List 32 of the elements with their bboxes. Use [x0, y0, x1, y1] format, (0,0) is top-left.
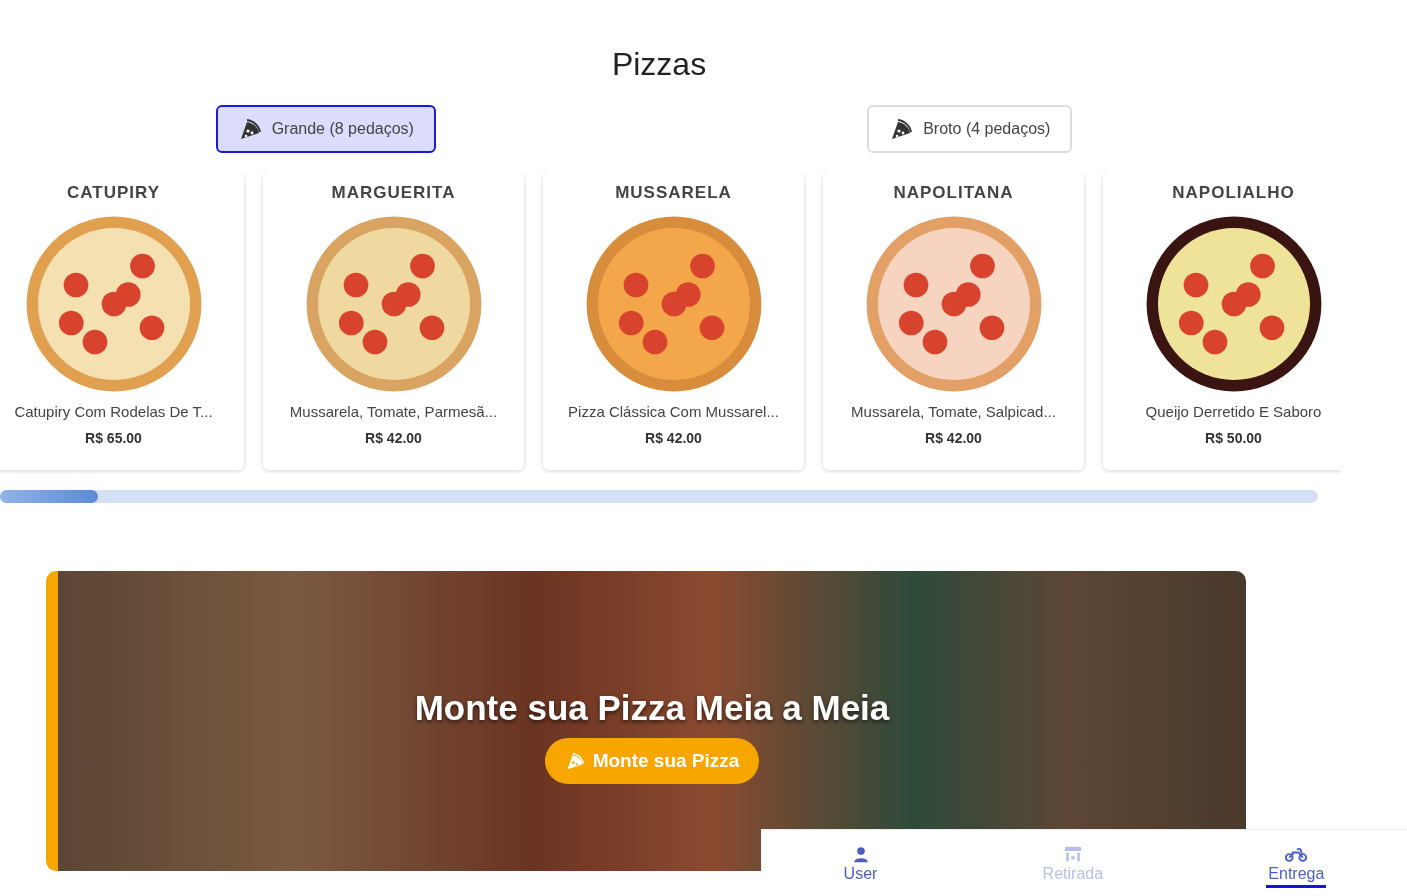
store-icon [1062, 846, 1083, 863]
nav-tab[interactable]: User [841, 838, 880, 888]
pizza-description: Catupiry Com Rodelas De T... [14, 403, 213, 420]
size-tab[interactable]: Grande (8 pedaços) [215, 105, 436, 153]
pizza-description: Mussarela, Tomate, Salpicad... [851, 403, 1056, 420]
size-tab[interactable]: Broto (4 pedaços) [867, 105, 1073, 153]
section-title: Pizzas [611, 46, 707, 83]
scrollbar-thumb[interactable] [0, 490, 98, 503]
pizza-card[interactable]: MARGUERITA Mussarela, Tomate, Parmesã... R$ 42.00 [263, 173, 524, 470]
pizza-card[interactable]: MUSSARELA Pizza Clássica Com Mussarel... R$ 42.00 [543, 173, 804, 470]
pizza-card[interactable]: CATUPIRY Catupiry Com Rodelas De T... R$ 65.00 [0, 173, 244, 470]
pizza-name: MARGUERITA [331, 183, 456, 203]
pizza-card[interactable]: NAPOLIALHO Queijo Derretido E Saboro R$ 50.00 [1103, 173, 1340, 470]
banner-title: Monte sua Pizza Meia a Meia [414, 688, 890, 728]
pizza-price: R$ 50.00 [1205, 430, 1262, 446]
pizza-price: R$ 42.00 [365, 430, 422, 446]
pizza-slice-icon [889, 117, 914, 141]
pizza-price: R$ 65.00 [85, 430, 142, 446]
nav-tab[interactable]: Entrega [1266, 838, 1327, 888]
user-icon [851, 846, 870, 863]
pizza-description: Pizza Clássica Com Mussarel... [568, 403, 779, 420]
pizza-name: NAPOLIALHO [1172, 183, 1295, 203]
motorcycle-icon [1285, 846, 1308, 863]
pizza-card[interactable]: NAPOLITANA Mussarela, Tomate, Salpicad... R$ 42.00 [823, 173, 1084, 470]
pizza-name: MUSSARELA [615, 183, 732, 203]
pizza-price: R$ 42.00 [645, 430, 702, 446]
pizza-name: NAPOLITANA [893, 183, 1014, 203]
pizza-name: CATUPIRY [67, 183, 160, 203]
pizza-price: R$ 42.00 [925, 430, 982, 446]
scrollbar-track[interactable] [0, 490, 1318, 503]
pizza-description: Mussarela, Tomate, Parmesã... [289, 403, 498, 420]
pizza-description: Queijo Derretido E Saboro [1145, 403, 1322, 420]
